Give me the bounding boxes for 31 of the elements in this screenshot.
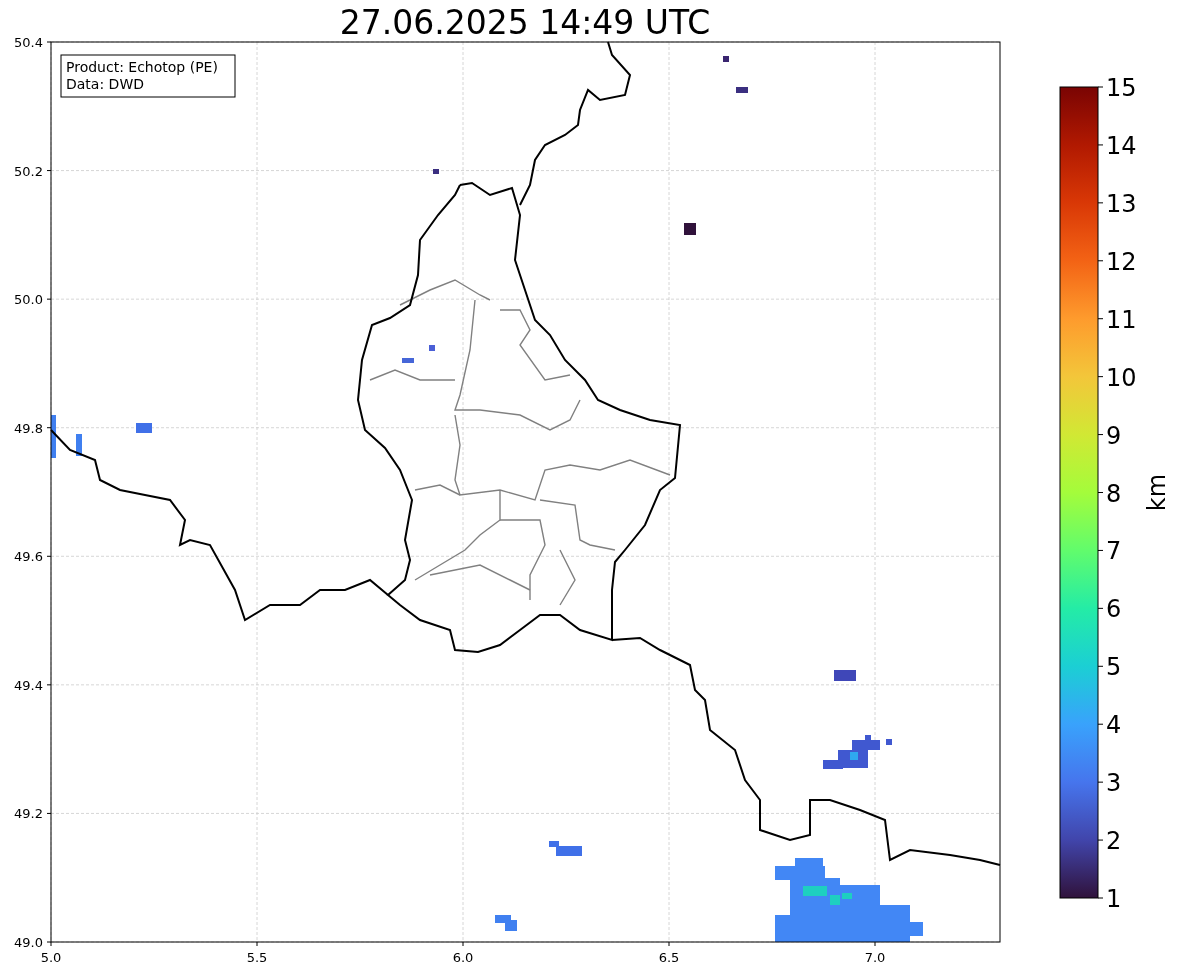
x-tick-label: 5.5	[246, 950, 268, 965]
colorbar-tick-label: 5	[1106, 653, 1122, 682]
y-tick-label: 50.0	[14, 292, 43, 308]
y-tick-label: 50.4	[14, 35, 43, 50]
colorbar-tick-label: 4	[1106, 711, 1122, 740]
y-tick-label: 50.2	[14, 163, 43, 179]
colorbar-tick-label: 8	[1106, 479, 1122, 508]
chart-title: 27.06.2025 14:49 UTC	[339, 3, 711, 42]
y-tick-label: 49.2	[14, 806, 43, 822]
colorbar-tick-label: 6	[1106, 595, 1122, 624]
colorbar-tick-label: 15	[1106, 74, 1137, 102]
x-tick-label: 6.0	[452, 950, 474, 965]
colorbar-tick-label: 1	[1106, 885, 1122, 913]
info-box: Product: Echotop (PE) Data: DWD	[60, 54, 236, 98]
colorbar-tick-label: 3	[1106, 769, 1122, 798]
colorbar-tick-label: 13	[1106, 189, 1137, 218]
y-tick-label: 49.0	[14, 935, 43, 950]
colorbar-tick-label: 10	[1106, 363, 1137, 392]
x-tick-label: 5.0	[40, 950, 62, 965]
colorbar-tick-label: 12	[1106, 247, 1137, 276]
y-tick-label: 49.6	[14, 549, 43, 565]
colorbar-tick-label: 2	[1106, 827, 1122, 856]
colorbar-label: km	[1143, 473, 1171, 512]
colorbar-tick-label: 14	[1106, 131, 1137, 160]
colorbar-tick-label: 7	[1106, 537, 1122, 566]
x-tick-label: 7.0	[864, 950, 886, 965]
y-tick-label: 49.4	[14, 677, 43, 693]
colorbar-tick-label: 11	[1106, 305, 1137, 334]
y-tick-label: 49.8	[14, 420, 43, 436]
colorbar-tick-label: 9	[1106, 421, 1122, 450]
x-tick-label: 6.5	[658, 950, 680, 965]
